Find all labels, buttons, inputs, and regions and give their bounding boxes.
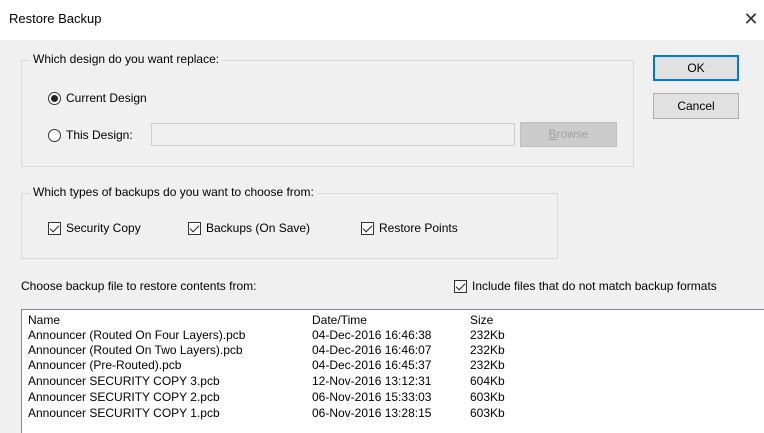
check-backups-on-save-box[interactable] bbox=[188, 221, 201, 235]
design-groupbox bbox=[21, 60, 634, 167]
file-date: 04-Dec-2016 16:46:07 bbox=[312, 343, 432, 357]
browse-label-rest: rowse bbox=[556, 127, 589, 141]
choose-file-label: Choose backup file to restore contents f… bbox=[21, 279, 257, 293]
design-group-legend: Which design do you want replace: bbox=[30, 52, 223, 66]
check-include-nonmatching[interactable]: Include files that do not match backup f… bbox=[454, 279, 717, 293]
check-security-copy[interactable]: Security Copy bbox=[48, 221, 141, 235]
file-name: Announcer (Pre-Routed).pcb bbox=[28, 358, 182, 372]
close-icon[interactable]: ✕ bbox=[742, 8, 760, 30]
check-include-nonmatching-box[interactable] bbox=[454, 279, 467, 293]
check-restore-points-label: Restore Points bbox=[379, 221, 458, 235]
file-name: Announcer SECURITY COPY 2.pcb bbox=[28, 390, 220, 404]
radio-this-design-label: This Design: bbox=[66, 128, 133, 142]
column-header-name: Name bbox=[28, 313, 61, 327]
ok-button[interactable]: OK bbox=[653, 55, 739, 81]
file-size: 232Kb bbox=[470, 343, 505, 357]
file-size: 604Kb bbox=[470, 374, 505, 388]
column-header-date: Date/Time bbox=[312, 313, 367, 327]
radio-this-design-dot[interactable] bbox=[48, 128, 61, 142]
radio-this-design[interactable]: This Design: bbox=[48, 128, 133, 142]
file-name: Announcer SECURITY COPY 1.pcb bbox=[28, 406, 220, 420]
file-date: 12-Nov-2016 13:12:31 bbox=[312, 374, 432, 388]
file-date: 04-Dec-2016 16:46:38 bbox=[312, 328, 432, 342]
check-backups-on-save-label: Backups (On Save) bbox=[206, 221, 311, 235]
check-backups-on-save[interactable]: Backups (On Save) bbox=[188, 221, 310, 235]
file-date: 04-Dec-2016 16:45:37 bbox=[312, 358, 432, 372]
column-header-size: Size bbox=[470, 313, 494, 327]
check-restore-points-box[interactable] bbox=[361, 221, 374, 235]
file-date: 06-Nov-2016 13:28:15 bbox=[312, 406, 432, 420]
file-date: 06-Nov-2016 15:33:03 bbox=[312, 390, 432, 404]
backup-file-list[interactable]: Name Date/Time Size Announcer (Routed On… bbox=[21, 309, 764, 433]
check-security-copy-label: Security Copy bbox=[66, 221, 141, 235]
radio-current-design-dot[interactable] bbox=[48, 91, 61, 105]
file-size: 603Kb bbox=[470, 390, 505, 404]
radio-current-design[interactable]: Current Design bbox=[48, 91, 147, 105]
browse-button[interactable]: Browse bbox=[520, 122, 617, 147]
cancel-button[interactable]: Cancel bbox=[653, 93, 739, 119]
file-size: 232Kb bbox=[470, 328, 505, 342]
browse-accel: B bbox=[548, 127, 557, 141]
window-title: Restore Backup bbox=[9, 11, 102, 26]
file-size: 232Kb bbox=[470, 358, 505, 372]
types-group-legend: Which types of backups do you want to ch… bbox=[30, 185, 317, 199]
title-bar: Restore Backup ✕ bbox=[0, 0, 764, 40]
check-restore-points[interactable]: Restore Points bbox=[361, 221, 458, 235]
file-name: Announcer (Routed On Two Layers).pcb bbox=[28, 343, 243, 357]
this-design-field[interactable] bbox=[151, 123, 515, 146]
file-name: Announcer (Routed On Four Layers).pcb bbox=[28, 328, 246, 342]
check-security-copy-box[interactable] bbox=[48, 221, 61, 235]
check-include-nonmatching-label: Include files that do not match backup f… bbox=[472, 279, 717, 293]
file-size: 603Kb bbox=[470, 406, 505, 420]
file-name: Announcer SECURITY COPY 3.pcb bbox=[28, 374, 220, 388]
radio-current-design-label: Current Design bbox=[66, 91, 147, 105]
